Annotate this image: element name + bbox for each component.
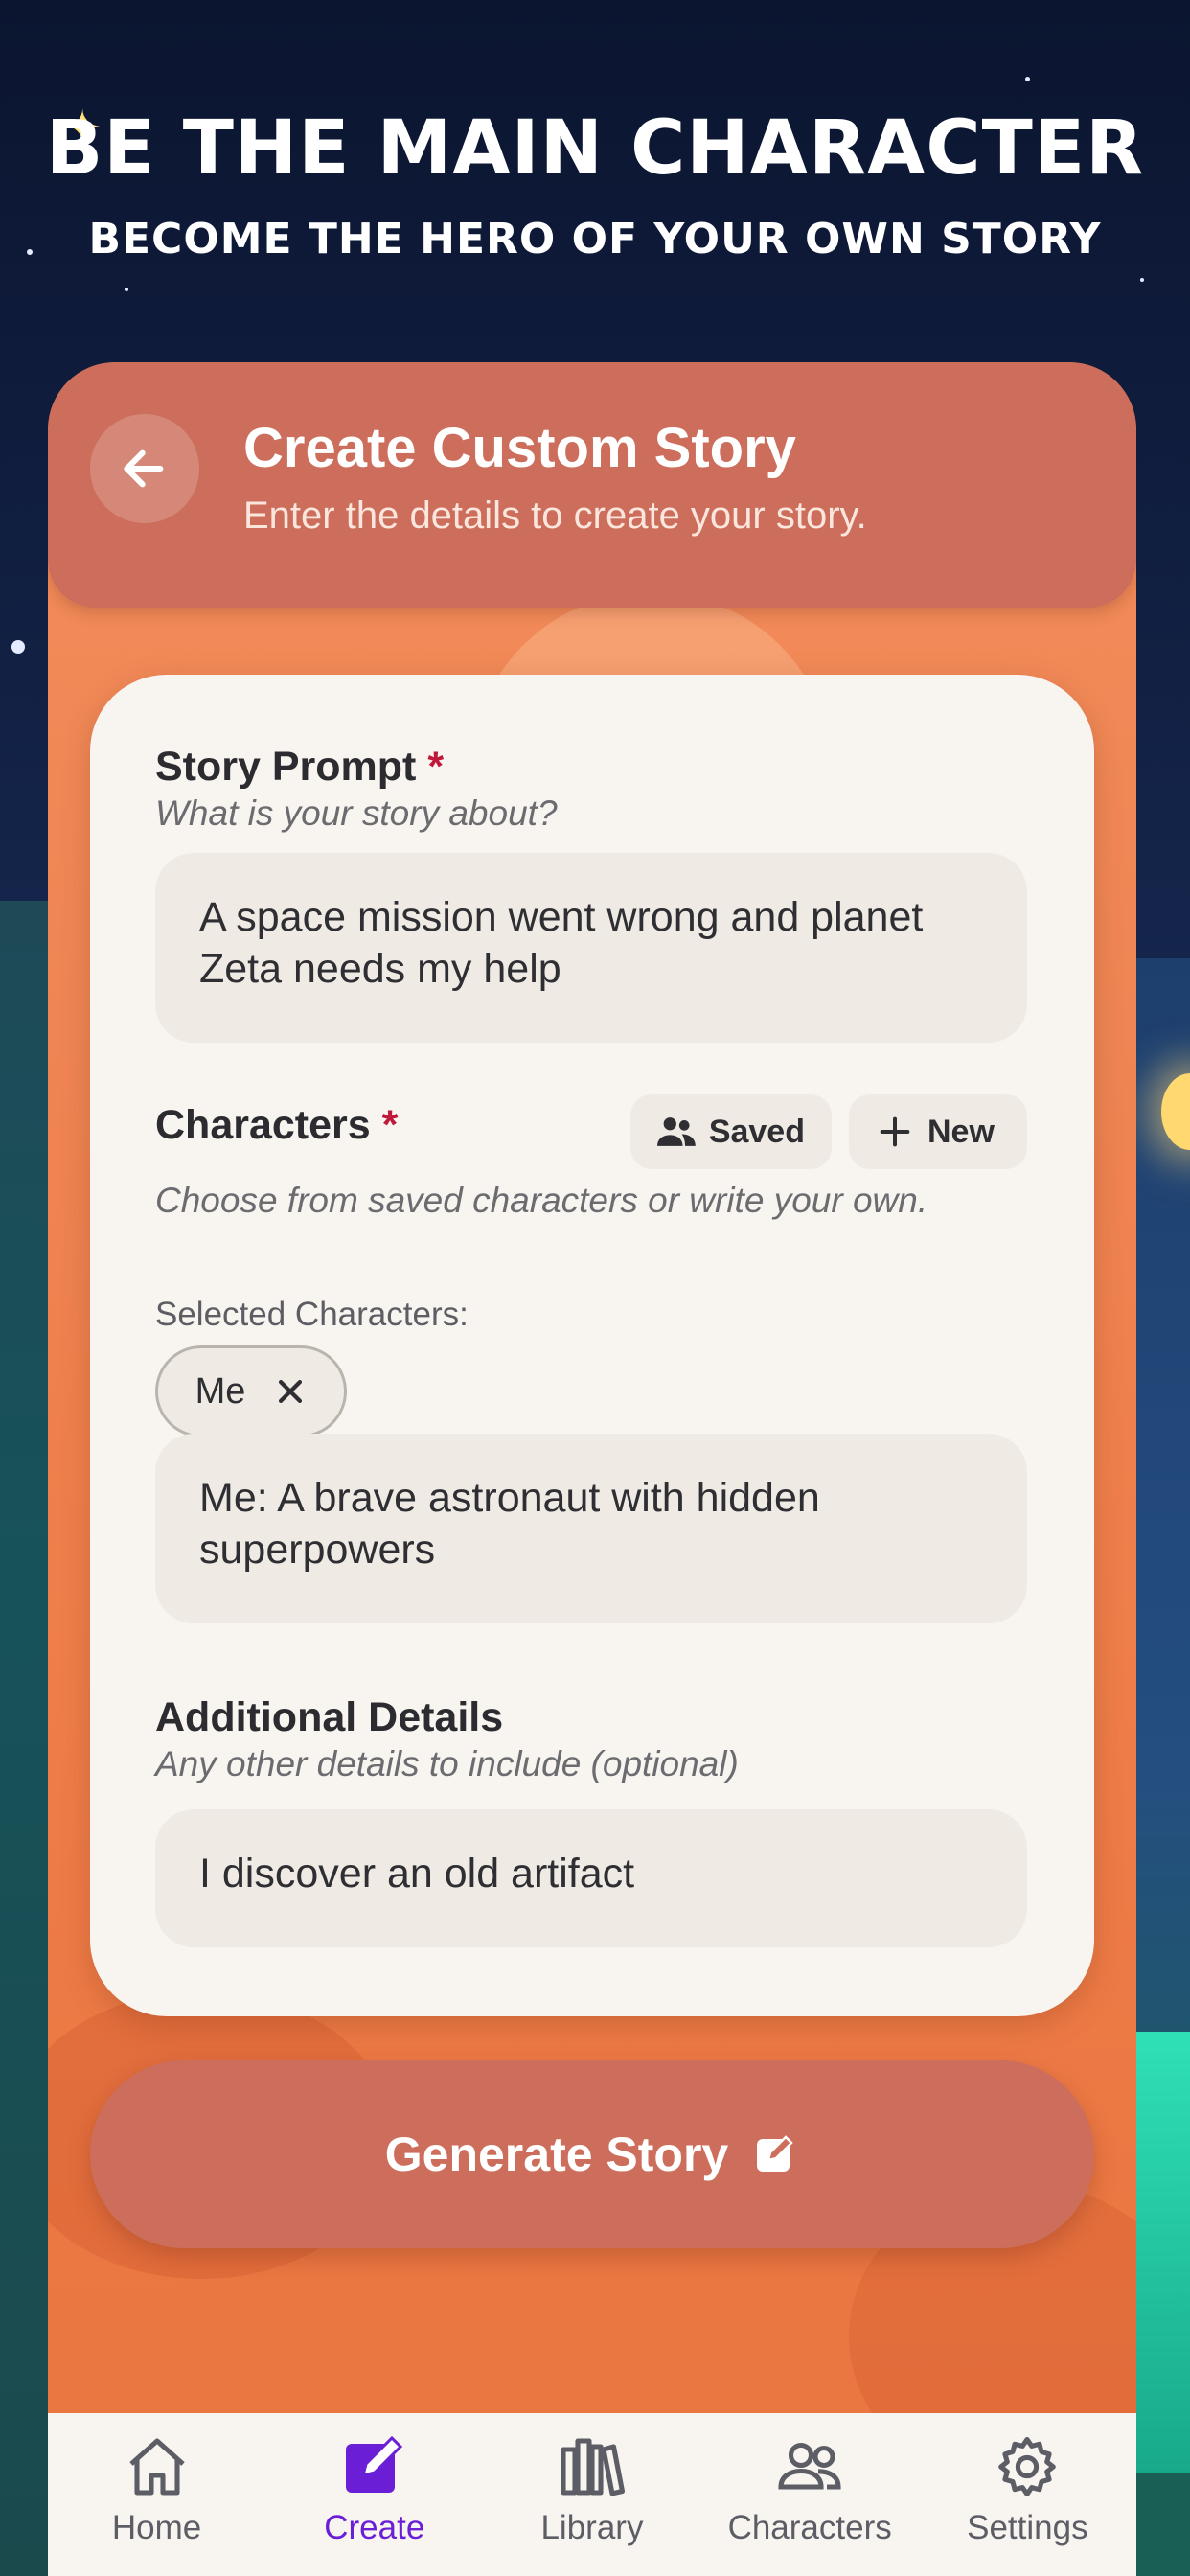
characters-hint: Choose from saved characters or write yo…: [155, 1181, 928, 1220]
app-screen: Create Custom Story Enter the details to…: [48, 362, 1136, 2576]
story-prompt-label: Story Prompt *: [155, 744, 444, 791]
tab-characters[interactable]: Characters: [714, 2432, 905, 2547]
back-button[interactable]: [90, 414, 199, 523]
additional-details-hint: Any other details to include (optional): [155, 1744, 739, 1783]
saved-label: Saved: [708, 1113, 805, 1150]
library-icon: [561, 2438, 626, 2496]
story-form: Story Prompt * What is your story about?…: [90, 675, 1094, 2016]
home-icon: [128, 2438, 185, 2496]
characters-label-text: Characters: [155, 1102, 371, 1148]
tab-home-label: Home: [111, 2509, 202, 2546]
characters-label: Characters *: [155, 1102, 398, 1149]
star: [1025, 77, 1030, 81]
story-prompt-hint: What is your story about?: [155, 794, 558, 833]
tab-home[interactable]: Home: [61, 2432, 253, 2547]
page-header: Create Custom Story Enter the details to…: [48, 362, 1136, 608]
edit-icon: [345, 2435, 402, 2493]
tab-library-label: Library: [540, 2509, 644, 2546]
saved-characters-button[interactable]: Saved: [630, 1094, 832, 1169]
selected-characters-label: Selected Characters:: [155, 1296, 469, 1333]
gear-icon: [998, 2436, 1057, 2497]
tab-characters-label: Characters: [727, 2509, 892, 2546]
edit-icon: [757, 2135, 793, 2172]
required-mark: *: [427, 744, 445, 790]
generate-story-label: Generate Story: [384, 2128, 729, 2181]
new-label: New: [927, 1113, 995, 1150]
required-mark: *: [381, 1102, 399, 1148]
page-subtitle: Enter the details to create your story.: [243, 494, 867, 537]
additional-details-label: Additional Details: [155, 1694, 504, 1740]
character-chip-label: Me: [195, 1370, 246, 1412]
tab-create-label: Create: [324, 2509, 425, 2546]
story-prompt-input[interactable]: A space mission went wrong and planet Ze…: [155, 853, 1027, 1043]
hero-subtitle: BECOME THE HERO OF YOUR OWN STORY: [88, 215, 1102, 264]
tab-settings-label: Settings: [967, 2509, 1088, 2546]
character-chip[interactable]: Me: [155, 1346, 347, 1438]
bottom-tab-bar: Home Create Library Characters Settings: [48, 2413, 1136, 2576]
users-icon: [657, 1117, 696, 1146]
star: [11, 640, 25, 654]
characters-input[interactable]: Me: A brave astronaut with hidden superp…: [155, 1434, 1027, 1623]
close-icon[interactable]: [274, 1375, 307, 1408]
star: [125, 288, 128, 291]
plus-icon: [880, 1116, 910, 1147]
arrow-left-icon: [124, 449, 164, 488]
tab-library[interactable]: Library: [496, 2432, 688, 2547]
new-character-button[interactable]: New: [849, 1094, 1027, 1169]
background-grass: [1133, 2032, 1190, 2472]
star: [1140, 278, 1144, 282]
page-title: Create Custom Story: [243, 417, 796, 479]
tab-create[interactable]: Create: [279, 2432, 470, 2547]
generate-story-button[interactable]: Generate Story: [90, 2060, 1094, 2248]
hero-title: BE THE MAIN CHARACTER: [45, 105, 1145, 192]
hero-banner: BE THE MAIN CHARACTER BECOME THE HERO OF…: [0, 105, 1190, 264]
story-prompt-label-text: Story Prompt: [155, 744, 417, 790]
additional-details-input[interactable]: I discover an old artifact: [155, 1809, 1027, 1947]
users-icon: [778, 2442, 841, 2490]
tab-settings[interactable]: Settings: [931, 2432, 1123, 2547]
